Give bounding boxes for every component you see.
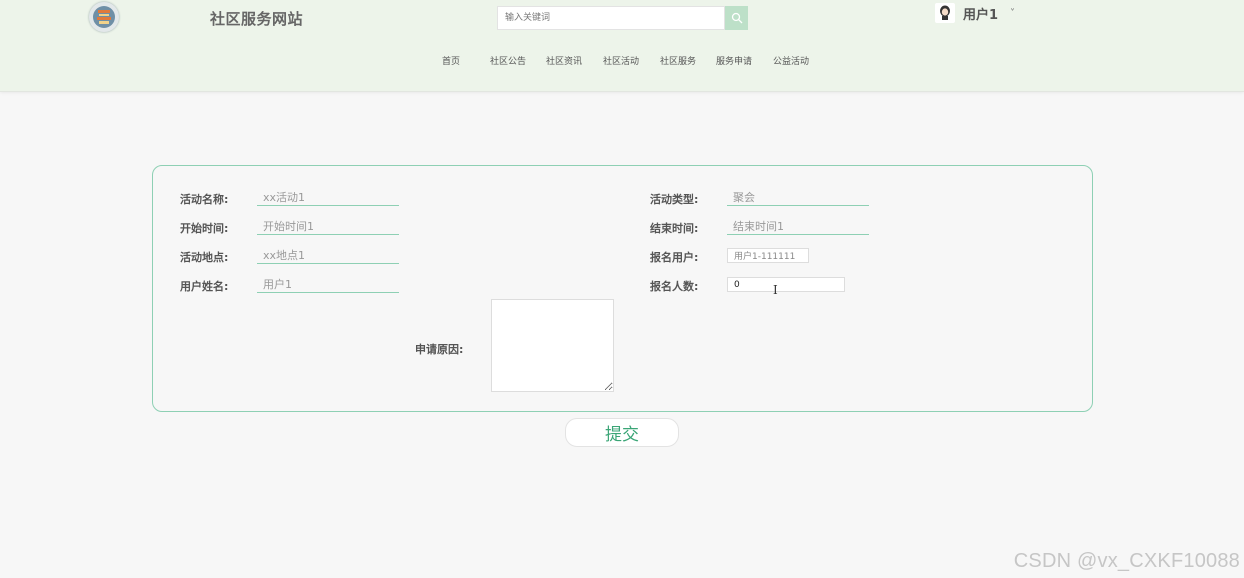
search-icon	[731, 12, 742, 24]
watermark: CSDN @vx_CXKF10088	[1013, 550, 1240, 572]
user-avatar-icon	[935, 3, 955, 23]
nav-item-charity[interactable]: 公益活动	[773, 54, 809, 67]
nav-item-announcements[interactable]: 社区公告	[490, 54, 526, 67]
signup-count-field[interactable]	[727, 277, 845, 292]
search-button[interactable]	[725, 6, 748, 30]
activity-name-field[interactable]	[257, 189, 399, 206]
reason-textarea[interactable]	[491, 299, 614, 392]
location-label: 活动地点:	[180, 251, 229, 264]
signup-user-label: 报名用户:	[650, 251, 699, 264]
user-name[interactable]: 用户1	[963, 4, 998, 23]
text-cursor-icon: I	[773, 283, 778, 297]
main-nav: 首页 社区公告 社区资讯 社区活动 社区服务 服务申请 公益活动	[0, 54, 1244, 68]
signup-count-label: 报名人数:	[650, 280, 699, 293]
activity-signup-form: 活动名称: 开始时间: 活动地点: 用户姓名: 活动类型: 结束时间: 报名用户…	[152, 165, 1093, 412]
end-time-field[interactable]	[727, 218, 869, 235]
signup-user-field[interactable]	[727, 248, 809, 263]
search-input[interactable]	[497, 6, 725, 30]
nav-item-home[interactable]: 首页	[442, 54, 460, 67]
start-time-field[interactable]	[257, 218, 399, 235]
nav-item-services[interactable]: 社区服务	[660, 54, 696, 67]
activity-type-field[interactable]	[727, 189, 869, 206]
reason-label: 申请原因:	[415, 343, 464, 356]
nav-item-activities[interactable]: 社区活动	[603, 54, 639, 67]
start-time-label: 开始时间:	[180, 222, 229, 235]
site-title[interactable]: 社区服务网站	[210, 8, 303, 29]
chevron-down-icon[interactable]: ˅	[1010, 8, 1015, 19]
location-field[interactable]	[257, 247, 399, 264]
user-menu[interactable]: 用户1 ˅	[935, 2, 1015, 24]
user-name-field[interactable]	[257, 276, 399, 293]
user-name-label: 用户姓名:	[180, 280, 229, 293]
end-time-label: 结束时间:	[650, 222, 699, 235]
nav-item-news[interactable]: 社区资讯	[546, 54, 582, 67]
activity-name-label: 活动名称:	[180, 193, 229, 206]
site-header: 社区服务网站 用户1 ˅ 首页 社区公告 社区资讯 社区活动 社区服务 服务申请…	[0, 0, 1244, 92]
submit-button[interactable]: 提交	[565, 418, 679, 447]
activity-type-label: 活动类型:	[650, 193, 699, 206]
temple-logo-icon[interactable]	[89, 2, 119, 32]
nav-item-service-apply[interactable]: 服务申请	[716, 54, 752, 67]
